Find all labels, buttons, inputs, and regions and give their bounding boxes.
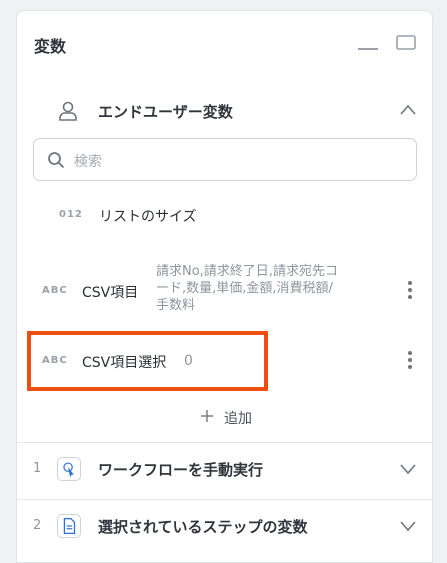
variable-row-list-size[interactable]: 012 リストのサイズ — [17, 206, 432, 230]
document-icon — [57, 514, 81, 538]
maximize-icon[interactable] — [396, 34, 416, 51]
type-text-tag: ABC — [42, 285, 68, 296]
variable-row-csv-item[interactable]: ABC CSV項目 請求No,請求終了日,請求宛先コ ード,数量,単価,金額,消… — [17, 261, 432, 321]
step-title: 選択されているステップの変数 — [98, 518, 308, 536]
step-number: 2 — [33, 518, 42, 533]
value-line: ード,数量,単価,金額,消費税額/ — [156, 281, 333, 296]
search-input[interactable]: 検索 — [33, 138, 417, 181]
minimize-icon[interactable] — [357, 37, 379, 51]
panel-title: 変数 — [34, 37, 67, 56]
chevron-down-icon[interactable] — [399, 520, 417, 532]
section-title: エンドユーザー変数 — [98, 103, 233, 121]
chevron-up-icon[interactable] — [399, 103, 417, 117]
plus-icon — [201, 410, 213, 422]
value-line: 手数料 — [156, 298, 196, 313]
cursor-click-icon — [57, 457, 81, 481]
add-label: 追加 — [224, 411, 252, 427]
step-title: ワークフローを手動実行 — [98, 461, 264, 479]
more-options-icon[interactable] — [405, 351, 415, 373]
step-row-manual-run[interactable]: 1 ワークフローを手動実行 — [17, 443, 432, 499]
more-options-icon[interactable] — [405, 281, 415, 303]
highlight-box — [27, 331, 268, 391]
variable-name: リストのサイズ — [99, 209, 197, 225]
end-user-variables-header[interactable]: エンドユーザー変数 — [17, 83, 432, 139]
variable-value: 請求No,請求終了日,請求宛先コ ード,数量,単価,金額,消費税額/ 手数料 — [156, 263, 366, 314]
type-number-tag: 012 — [59, 209, 83, 220]
value-line: 請求No,請求終了日,請求宛先コ — [156, 264, 338, 279]
search-placeholder: 検索 — [74, 154, 102, 170]
search-icon — [48, 152, 65, 169]
variables-panel: 変数 エンドユーザー変数 検索 012 リストのサイズ ABC CSV項目 請求… — [16, 10, 433, 563]
step-number: 1 — [33, 461, 42, 476]
variable-name: CSV項目 — [82, 285, 139, 301]
step-row-selected-step-variables[interactable]: 2 選択されているステップの変数 — [17, 500, 432, 556]
chevron-down-icon[interactable] — [399, 463, 417, 475]
user-icon — [59, 101, 77, 121]
